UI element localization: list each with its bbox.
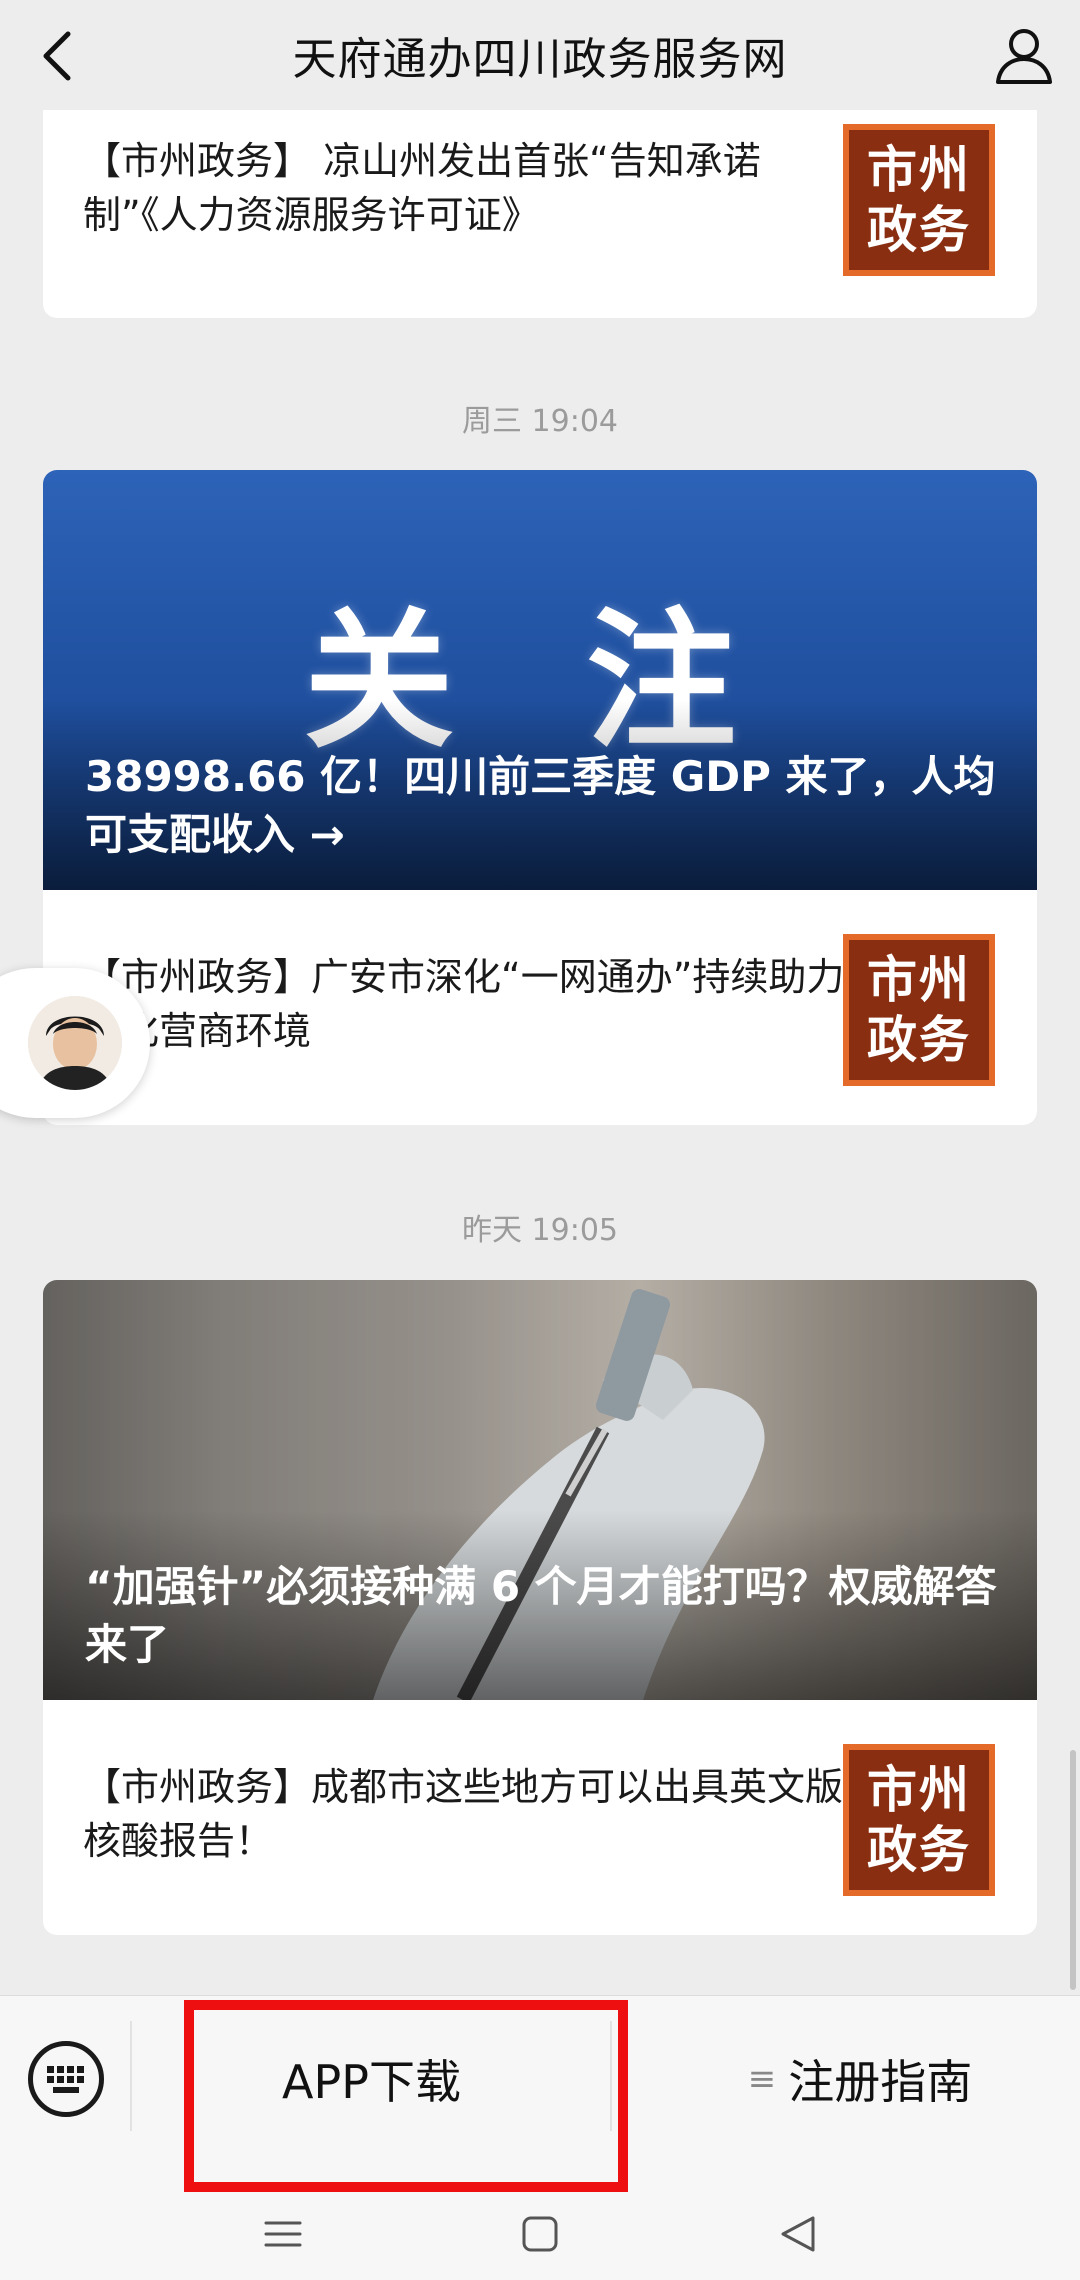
back-icon[interactable]: [30, 26, 90, 86]
message-feed[interactable]: 【市州政务】 凉山州发出首张“告知承诺制”《人力资源服务许可证》 市州 政务 周…: [0, 110, 1080, 1995]
hero-caption: “加强针”必须接种满 6 个月才能打吗？权威解答来了: [85, 1562, 997, 1669]
article-title: 【市州政务】成都市这些地方可以出具英文版核酸报告！: [83, 1765, 844, 1863]
badge-line: 市州: [867, 951, 971, 1009]
hero-caption: 38998.66 亿！四川前三季度 GDP 来了，人均可支配收入 →: [85, 752, 996, 859]
app-download-label: APP下载: [282, 2054, 461, 2109]
badge-line: 政务: [867, 201, 971, 259]
article-row[interactable]: 【市州政务】 凉山州发出首张“告知承诺制”《人力资源服务许可证》 市州 政务: [43, 110, 1037, 318]
article-title: 【市州政务】 凉山州发出首张“告知承诺制”《人力资源服务许可证》: [83, 139, 761, 237]
profile-icon[interactable]: [992, 22, 1056, 86]
news-card[interactable]: “加强针”必须接种满 6 个月才能打吗？权威解答来了 【市州政务】成都市这些地方…: [43, 1280, 1037, 1935]
scrollbar[interactable]: [1070, 1750, 1076, 1990]
article-row[interactable]: 【市州政务】广安市深化“一网通办”持续助力优化营商环境 市州 政务: [43, 890, 1037, 1125]
news-card[interactable]: 关 注 38998.66 亿！四川前三季度 GDP 来了，人均可支配收入 → 【…: [43, 470, 1037, 1125]
register-guide-menu[interactable]: ≡ 注册指南: [640, 1996, 1080, 2161]
menu-divider: [610, 2021, 612, 2131]
message-timestamp: 周三 19:04: [462, 404, 618, 439]
menu-divider: [130, 2021, 132, 2131]
avatar: [28, 996, 122, 1090]
page-title: 天府通办四川政务服务网: [292, 34, 788, 85]
top-bar: 天府通办四川政务服务网: [0, 0, 1080, 110]
article-row[interactable]: 【市州政务】成都市这些地方可以出具英文版核酸报告！ 市州 政务: [43, 1700, 1037, 1935]
hero-banner[interactable]: 关 注 38998.66 亿！四川前三季度 GDP 来了，人均可支配收入 →: [43, 470, 1037, 890]
hero-image[interactable]: “加强针”必须接种满 6 个月才能打吗？权威解答来了: [43, 1280, 1037, 1700]
menu-icon[interactable]: [258, 2209, 308, 2259]
article-card[interactable]: 【市州政务】 凉山州发出首张“告知承诺制”《人力资源服务许可证》 市州 政务: [43, 110, 1037, 318]
register-guide-label: 注册指南: [788, 2054, 973, 2109]
badge-line: 政务: [867, 1821, 971, 1879]
city-affairs-badge: 市州 政务: [843, 124, 995, 276]
city-affairs-badge: 市州 政务: [843, 1744, 995, 1896]
submenu-icon: ≡: [747, 2058, 777, 2099]
keyboard-toggle-button[interactable]: [28, 2041, 104, 2117]
badge-line: 政务: [867, 1011, 971, 1069]
badge-line: 市州: [867, 141, 971, 199]
keyboard-icon: [47, 2066, 84, 2093]
badge-line: 市州: [867, 1761, 971, 1819]
system-navigation-bar: [0, 2185, 1080, 2280]
back-triangle-icon[interactable]: [773, 2209, 823, 2259]
person-avatar-icon: [28, 996, 122, 1090]
floating-avatar[interactable]: [0, 968, 150, 1118]
message-timestamp: 昨天 19:05: [462, 1213, 618, 1248]
home-icon[interactable]: [515, 2209, 565, 2259]
article-title: 【市州政务】广安市深化“一网通办”持续助力优化营商环境: [83, 955, 845, 1053]
app-download-menu[interactable]: APP下载: [185, 1996, 615, 2161]
city-affairs-badge: 市州 政务: [843, 934, 995, 1086]
